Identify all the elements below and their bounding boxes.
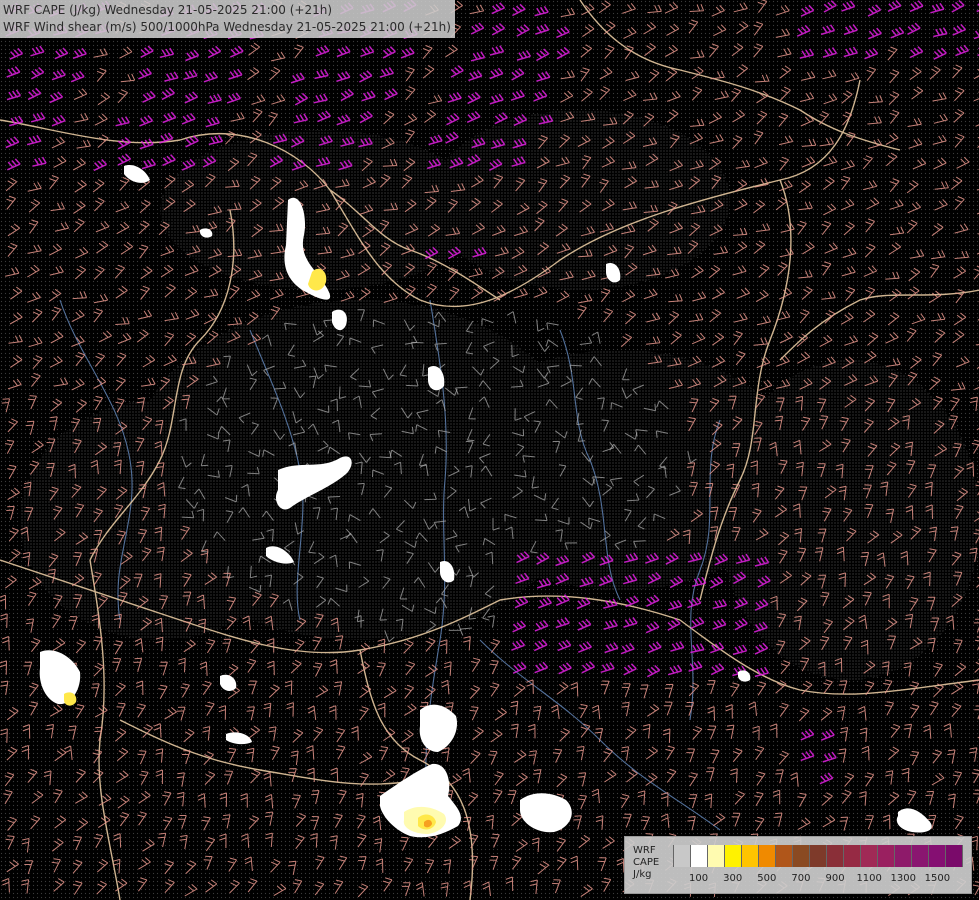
legend-label-line: J/kg — [633, 869, 652, 880]
legend-swatch — [691, 845, 708, 867]
legend-swatch — [742, 845, 759, 867]
legend-tick-label: 900 — [825, 873, 845, 884]
legend-swatch — [912, 845, 929, 867]
legend-tick-label: 100 — [689, 873, 709, 884]
legend-tick-label: 700 — [791, 873, 811, 884]
legend-swatch — [861, 845, 878, 867]
legend-swatch — [776, 845, 793, 867]
legend-swatch — [673, 845, 691, 867]
legend-tick-label: 500 — [757, 873, 777, 884]
cape-title: WRF CAPE (J/kg) Wednesday 21-05-2025 21:… — [3, 3, 332, 17]
legend-label-line: WRF — [633, 845, 656, 856]
map-title-box: WRF CAPE (J/kg) Wednesday 21-05-2025 21:… — [0, 0, 455, 38]
wind-shear-title: WRF Wind shear (m/s) 500/1000hPa Wednesd… — [3, 20, 451, 34]
legend-swatch — [793, 845, 810, 867]
legend-tick-label: 1300 — [890, 873, 917, 884]
legend-swatch — [759, 845, 776, 867]
legend-swatch — [946, 845, 963, 867]
legend-swatch — [878, 845, 895, 867]
legend-swatch — [895, 845, 912, 867]
legend-tick-label: 1100 — [856, 873, 882, 884]
legend-label: WRF CAPE J/kg — [633, 845, 673, 881]
legend-swatch — [810, 845, 827, 867]
legend-label-line: CAPE — [633, 857, 660, 868]
cape-legend: WRF CAPE J/kg 100 300 500 700 900 1100 1300 150… — [624, 836, 972, 894]
legend-tick-label: 300 — [723, 873, 743, 884]
legend-ticks: 100 300 500 700 900 1100 1300 1500 — [673, 873, 963, 887]
legend-swatches — [673, 845, 963, 867]
legend-swatch — [725, 845, 742, 867]
legend-swatch — [844, 845, 861, 867]
legend-swatch — [708, 845, 725, 867]
legend-swatch — [929, 845, 946, 867]
legend-tick-label: 1500 — [924, 873, 951, 884]
weather-map — [0, 0, 979, 900]
legend-swatch — [827, 845, 844, 867]
